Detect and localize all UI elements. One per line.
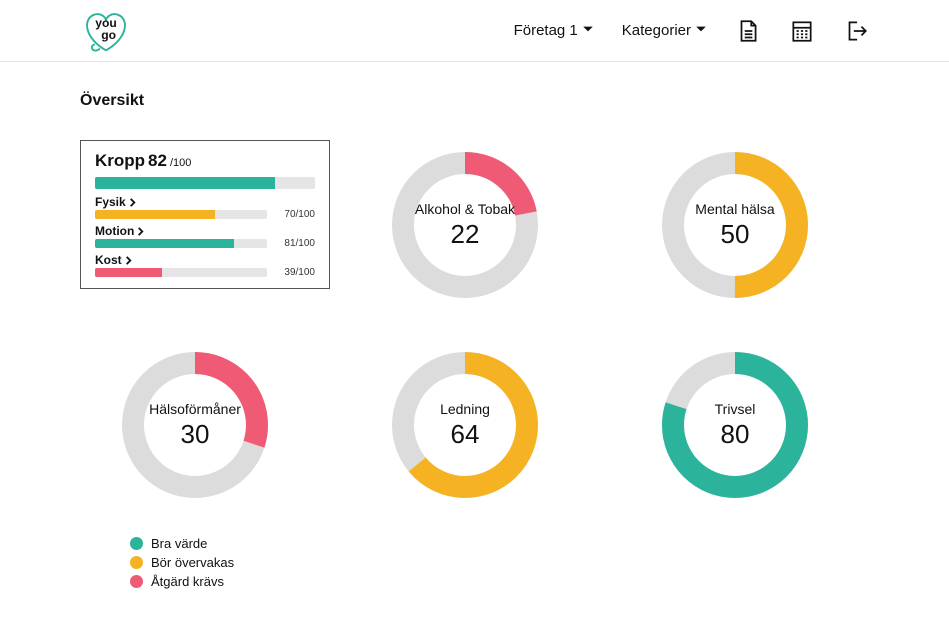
detail-title: Kropp 82/100 — [95, 151, 315, 171]
detail-card-kropp[interactable]: Kropp 82/100 Fysik70/100 Motion81/100 Kost… — [80, 140, 330, 289]
donut-label: Trivsel — [715, 401, 756, 417]
detail-sub-bar — [95, 239, 267, 248]
chevron-right-icon — [124, 256, 133, 265]
detail-sub-score: 81/100 — [275, 238, 315, 249]
detail-sub-row[interactable]: Fysik70/100 — [95, 195, 315, 220]
caret-down-icon — [582, 22, 594, 39]
donut-label: Ledning — [440, 401, 490, 417]
detail-sub-row[interactable]: Kost39/100 — [95, 253, 315, 278]
legend-dot-icon — [130, 556, 143, 569]
company-label: Företag 1 — [514, 22, 578, 39]
donut-trivsel[interactable]: Trivsel 80 — [655, 345, 815, 505]
legend-item: Bör övervakas — [130, 555, 869, 570]
detail-score: 82 — [148, 151, 167, 171]
logo: you go — [80, 7, 132, 55]
donut-value: 22 — [451, 219, 480, 250]
caret-down-icon — [695, 22, 707, 39]
detail-sub-label: Fysik — [95, 195, 315, 209]
donut-alkohol-tobak[interactable]: Alkohol & Tobak 22 — [385, 145, 545, 305]
chevron-right-icon — [128, 198, 137, 207]
detail-sub-bar — [95, 210, 267, 219]
content: Översikt Kropp 82/100 Fysik70/100Motion8… — [0, 62, 949, 603]
categories-label: Kategorier — [622, 22, 691, 39]
detail-main-bar — [95, 177, 315, 189]
app-header: you go Företag 1 Kategorier — [0, 0, 949, 62]
dashboard-grid: Kropp 82/100 Fysik70/100 Motion81/100 Kost… — [80, 140, 869, 510]
detail-name: Kropp — [95, 151, 145, 171]
donut-value: 30 — [181, 419, 210, 450]
top-nav: Företag 1 Kategorier — [514, 18, 869, 44]
detail-sub-row[interactable]: Motion81/100 — [95, 224, 315, 249]
legend-label: Bör övervakas — [151, 555, 234, 570]
legend: Bra värde Bör övervakas Åtgärd krävs — [80, 536, 869, 589]
donut-value: 80 — [721, 419, 750, 450]
donut-value: 50 — [721, 219, 750, 250]
donut-label: Hälsoförmåner — [149, 401, 241, 417]
donut-label: Alkohol & Tobak — [415, 201, 515, 217]
legend-dot-icon — [130, 537, 143, 550]
company-dropdown[interactable]: Företag 1 — [514, 22, 594, 39]
legend-label: Bra värde — [151, 536, 207, 551]
report-icon[interactable] — [735, 18, 761, 44]
detail-sub-score: 39/100 — [275, 267, 315, 278]
logout-icon[interactable] — [843, 18, 869, 44]
categories-dropdown[interactable]: Kategorier — [622, 22, 707, 39]
detail-sub-bar — [95, 268, 267, 277]
donut-halsoformaner[interactable]: Hälsoförmåner 30 — [115, 345, 275, 505]
svg-text:go: go — [101, 28, 116, 42]
legend-dot-icon — [130, 575, 143, 588]
donut-ledning[interactable]: Ledning 64 — [385, 345, 545, 505]
page-title: Översikt — [80, 92, 869, 110]
calendar-icon[interactable] — [789, 18, 815, 44]
legend-label: Åtgärd krävs — [151, 574, 224, 589]
legend-item: Åtgärd krävs — [130, 574, 869, 589]
donut-value: 64 — [451, 419, 480, 450]
detail-sub-score: 70/100 — [275, 209, 315, 220]
legend-item: Bra värde — [130, 536, 869, 551]
detail-max: /100 — [170, 157, 191, 169]
chevron-right-icon — [136, 227, 145, 236]
detail-sub-label: Motion — [95, 224, 315, 238]
donut-label: Mental hälsa — [695, 201, 774, 217]
donut-mental-halsa[interactable]: Mental hälsa 50 — [655, 145, 815, 305]
detail-sub-label: Kost — [95, 253, 315, 267]
